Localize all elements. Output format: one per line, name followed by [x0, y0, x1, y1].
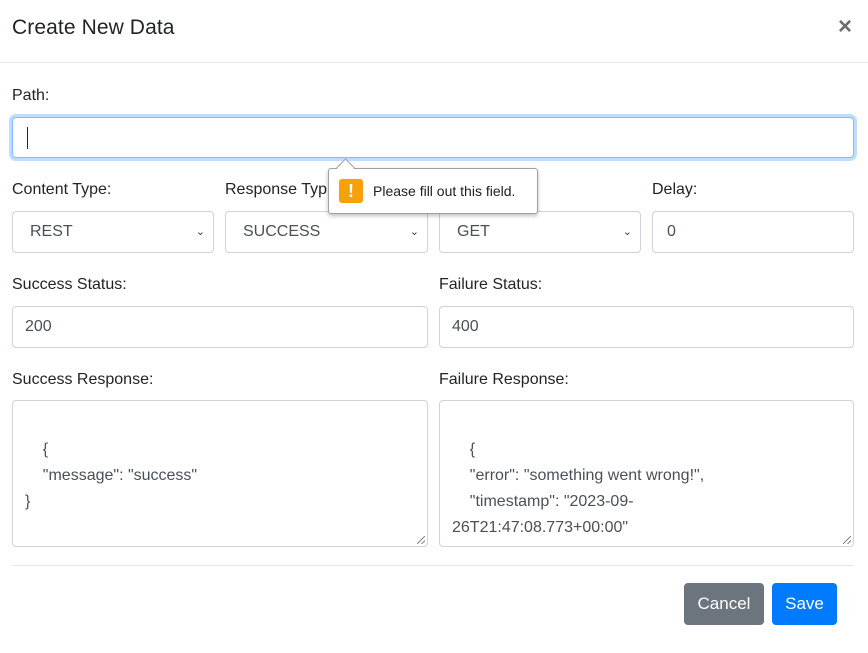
validation-tooltip: ! Please fill out this field. [328, 158, 538, 214]
footer-divider [12, 565, 854, 566]
tooltip-pointer [336, 158, 355, 177]
text-caret [27, 127, 28, 149]
response-type-value: SUCCESS [243, 223, 321, 240]
delay-input[interactable]: 0 [652, 211, 854, 253]
modal-title: Create New Data [12, 16, 175, 39]
path-label: Path: [12, 87, 50, 104]
content-type-select[interactable]: REST ⌄ [12, 211, 214, 253]
create-data-modal: Create New Data × Path: Content Type: RE… [0, 0, 868, 653]
success-status-value: 200 [25, 318, 52, 335]
resize-handle-icon[interactable] [417, 536, 425, 544]
chevron-down-icon: ⌄ [622, 226, 632, 238]
method-select[interactable]: GET ⌄ [439, 211, 641, 253]
delay-value: 0 [667, 223, 676, 240]
response-type-label: Response Typ [225, 181, 327, 198]
success-status-input[interactable]: 200 [12, 306, 428, 348]
chevron-down-icon: ⌄ [409, 226, 419, 238]
warning-icon: ! [339, 179, 363, 203]
success-response-textarea[interactable]: { "message": "success" } [12, 400, 428, 547]
method-value: GET [457, 223, 490, 240]
failure-status-value: 400 [452, 318, 479, 335]
failure-status-label: Failure Status: [439, 276, 543, 293]
success-response-value: { "message": "success" } [25, 441, 198, 510]
tooltip-message: Please fill out this field. [373, 183, 516, 199]
success-response-label: Success Response: [12, 371, 154, 388]
cancel-button[interactable]: Cancel [684, 583, 764, 625]
failure-response-textarea[interactable]: { "error": "something went wrong!", "tim… [439, 400, 854, 547]
failure-response-label: Failure Response: [439, 371, 569, 388]
resize-handle-icon[interactable] [843, 536, 851, 544]
save-button[interactable]: Save [772, 583, 837, 625]
failure-status-input[interactable]: 400 [439, 306, 854, 348]
path-input[interactable] [12, 117, 854, 158]
chevron-down-icon: ⌄ [195, 226, 205, 238]
response-type-select[interactable]: SUCCESS ⌄ [225, 211, 428, 253]
delay-label: Delay: [652, 181, 698, 198]
close-button[interactable]: × [838, 14, 852, 40]
content-type-label: Content Type: [12, 181, 112, 198]
modal-header: Create New Data × [0, 0, 868, 63]
success-status-label: Success Status: [12, 276, 127, 293]
content-type-value: REST [30, 223, 73, 240]
failure-response-value: { "error": "something went wrong!", "tim… [452, 441, 705, 546]
